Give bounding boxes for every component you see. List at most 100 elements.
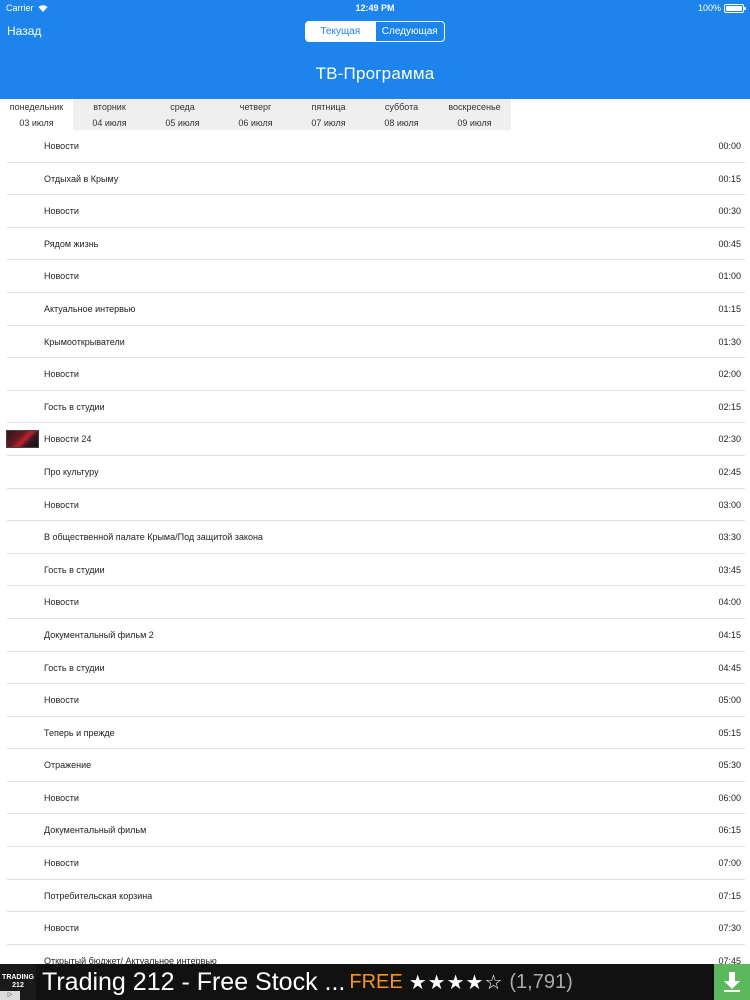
program-title: Новости — [44, 141, 79, 151]
day-tab-date: 07 июля — [311, 117, 346, 128]
day-tab-weekday: суббота — [384, 101, 419, 112]
day-tab-date: 05 июля — [165, 117, 200, 128]
program-title: Новости — [44, 271, 79, 282]
program-time: 05:15 — [718, 727, 741, 738]
segment-next[interactable]: Следующая — [374, 22, 445, 41]
ad-logo-line1: TRADING — [2, 974, 34, 981]
page-title: ТВ-Программа — [315, 64, 435, 83]
segment-current[interactable]: Текущая — [306, 22, 375, 41]
program-title: Рядом жизнь — [44, 238, 99, 249]
program-row[interactable]: Новости 00:30 — [7, 195, 745, 228]
ad-rating-count: (1,791) — [509, 970, 573, 993]
ad-title: Trading 212 - Free Stock ... — [42, 967, 346, 996]
day-tab-date: 06 июля — [238, 117, 273, 128]
program-title: Новости — [44, 206, 79, 217]
program-row[interactable]: Гость в студии 03:45 — [7, 554, 745, 587]
program-thumbnail — [6, 430, 39, 449]
program-row[interactable]: Новости 06:00 — [7, 782, 745, 815]
day-tab-date: 08 июля — [384, 117, 419, 128]
day-tab-date: 04 июля — [92, 117, 127, 128]
back-button[interactable]: Назад — [7, 24, 41, 38]
program-time: 02:00 — [718, 369, 741, 380]
program-time: 03:30 — [718, 532, 741, 543]
program-row[interactable]: Документальный фильм 06:15 — [7, 814, 745, 848]
program-row[interactable]: Новости 07:30 — [7, 912, 745, 945]
program-time: 07:30 — [718, 923, 741, 934]
program-time: 03:45 — [718, 564, 741, 575]
program-title: Актуальное интервью — [44, 303, 136, 314]
program-title: Про культуру — [44, 466, 99, 477]
program-row[interactable]: Новости 01:00 — [7, 260, 745, 293]
ad-rating-stars: ★★★★☆ — [408, 971, 504, 994]
schedule-segmented-control: Текущая Следующая — [305, 21, 445, 42]
program-row[interactable]: Новости 24 02:30 — [6, 423, 745, 456]
day-tab-weekday: понедельник — [9, 101, 64, 112]
program-time: 06:15 — [718, 825, 741, 836]
adchoices-icon[interactable]: ▷ — [0, 991, 20, 1000]
program-time: 01:00 — [718, 271, 741, 282]
status-bar: Carrier 12:49 PM 100% — [0, 0, 750, 16]
day-tab-weekday: среда — [170, 101, 195, 112]
battery-percent: 100% — [697, 3, 721, 13]
program-row[interactable]: Новости 02:00 — [7, 358, 745, 391]
program-row[interactable]: Новости 00:00 — [7, 130, 745, 163]
program-row[interactable]: Документальный фильм 2 04:15 — [7, 619, 745, 652]
program-title: Гость в студии — [44, 662, 105, 673]
day-tab-date: 03 июля — [19, 117, 54, 128]
day-tab[interactable]: понедельник 03 июля — [0, 99, 73, 130]
program-time: 00:15 — [718, 173, 741, 184]
program-row[interactable]: Потребительская корзина 07:15 — [7, 880, 745, 913]
program-time: 01:30 — [718, 336, 741, 347]
program-row[interactable]: Отдыхай в Крыму 00:15 — [7, 163, 745, 196]
program-row[interactable]: Теперь и прежде 05:15 — [7, 717, 745, 750]
program-list: Новости 00:00 Отдыхай в Крыму 00:15 Новости 0… — [0, 130, 750, 978]
program-time: 02:30 — [718, 434, 741, 445]
program-row[interactable]: Гость в студии 02:15 — [7, 391, 745, 424]
status-right: 100% — [697, 3, 746, 13]
program-row[interactable]: Новости 07:00 — [7, 847, 745, 880]
program-title: Теперь и прежде — [44, 727, 115, 738]
program-time: 00:30 — [718, 206, 741, 217]
program-row[interactable]: В общественной палате Крыма/Под защитой … — [7, 521, 745, 554]
program-title: Отдыхай в Крыму — [44, 173, 119, 184]
program-row[interactable]: Актуальное интервью 01:15 — [7, 293, 745, 326]
program-title: Гость в студии — [44, 401, 105, 412]
program-title: Отражение — [44, 760, 92, 771]
program-row[interactable]: Гость в студии 04:45 — [7, 652, 745, 685]
program-time: 00:00 — [718, 141, 741, 151]
program-time: 04:45 — [718, 662, 741, 673]
program-row[interactable]: Про культуру 02:45 — [7, 456, 745, 489]
day-tabs: понедельник 03 июля вторник 04 июля среда 05 … — [0, 99, 511, 130]
download-icon[interactable] — [714, 964, 750, 1000]
program-time: 00:45 — [718, 238, 741, 249]
program-row[interactable]: Новости 04:00 — [7, 586, 745, 619]
program-title: В общественной палате Крыма/Под защитой … — [44, 532, 263, 543]
day-tab[interactable]: среда 05 июля — [146, 99, 219, 130]
program-row[interactable]: Новости 05:00 — [7, 684, 745, 717]
app-header: Carrier 12:49 PM 100% Назад Текущая След… — [0, 0, 750, 99]
ad-banner[interactable]: TRADING 212 Trading 212 - Free Stock ...… — [0, 964, 750, 1000]
program-row[interactable]: Отражение 05:30 — [7, 749, 745, 782]
day-tab[interactable]: воскресенье 09 июля — [438, 99, 511, 130]
program-time: 06:00 — [718, 792, 741, 803]
program-title: Новости — [44, 597, 79, 608]
program-row[interactable]: Рядом жизнь 00:45 — [7, 228, 745, 261]
program-title: Новости — [44, 695, 79, 706]
day-tab-weekday: четверг — [239, 101, 272, 112]
day-tab-weekday: воскресенье — [448, 101, 501, 112]
program-time: 03:00 — [718, 499, 741, 510]
program-row[interactable]: Крымооткрыватели 01:30 — [7, 326, 745, 359]
day-tab-weekday: вторник — [93, 101, 126, 112]
battery-icon — [724, 3, 746, 13]
day-tab[interactable]: пятница 07 июля — [292, 99, 365, 130]
day-tab-date: 09 июля — [457, 117, 492, 128]
program-time: 07:00 — [718, 858, 741, 869]
day-tab[interactable]: четверг 06 июля — [219, 99, 292, 130]
program-title: Гость в студии — [44, 564, 105, 575]
ad-logo-line2: 212 — [12, 982, 24, 989]
day-tab[interactable]: вторник 04 июля — [73, 99, 146, 130]
program-row[interactable]: Новости 03:00 — [7, 489, 745, 522]
status-time: 12:49 PM — [355, 3, 395, 13]
program-title: Новости — [44, 499, 79, 510]
day-tab[interactable]: суббота 08 июля — [365, 99, 438, 130]
